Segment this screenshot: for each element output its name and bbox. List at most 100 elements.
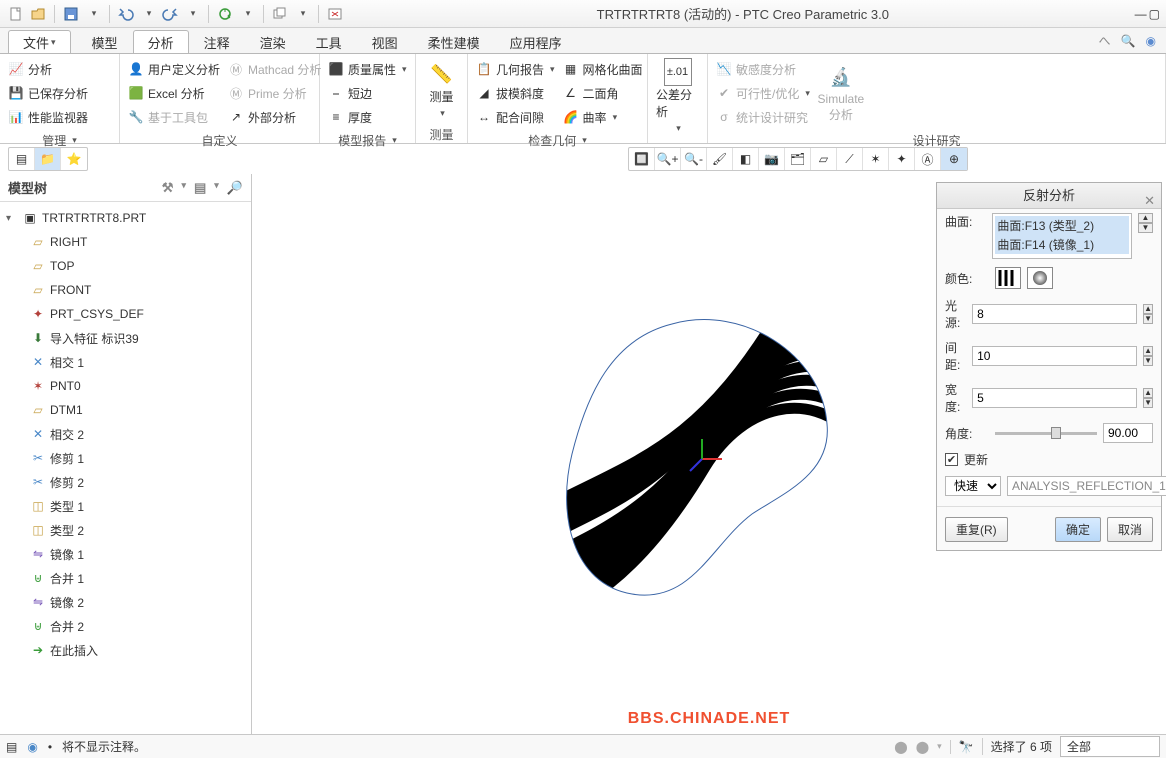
- tree-item[interactable]: ✕相交 1: [0, 350, 251, 374]
- nav-folder-icon[interactable]: 📁: [35, 148, 61, 170]
- selection-filter[interactable]: 全部: [1060, 736, 1160, 757]
- width-up[interactable]: ▲: [1143, 388, 1153, 398]
- settings-icon[interactable]: ◉: [1146, 34, 1156, 48]
- datum-plane-icon[interactable]: ▱: [811, 148, 837, 170]
- btn-analysis[interactable]: 📈分析: [8, 58, 88, 80]
- disp-style-icon[interactable]: ◧: [733, 148, 759, 170]
- width-down[interactable]: ▼: [1143, 398, 1153, 408]
- surf-down-icon[interactable]: ▼: [1138, 223, 1153, 233]
- tree-item[interactable]: ▱TOP: [0, 254, 251, 278]
- status-browser-icon[interactable]: ◉: [27, 740, 37, 754]
- tab-file[interactable]: 文件: [8, 30, 71, 53]
- color-zebra-black[interactable]: [995, 267, 1021, 289]
- tree-filter-icon[interactable]: ▤: [194, 180, 206, 196]
- btn-perf-monitor[interactable]: 📊性能监视器: [8, 106, 88, 128]
- tree-item[interactable]: ⊎合并 1: [0, 566, 251, 590]
- redo-icon[interactable]: [160, 4, 180, 24]
- tab-analysis[interactable]: 分析: [133, 30, 189, 53]
- tree-item[interactable]: ✶PNT0: [0, 374, 251, 398]
- close-window-icon[interactable]: [325, 4, 345, 24]
- view-manager-icon[interactable]: 🗂: [785, 148, 811, 170]
- width-input[interactable]: [972, 388, 1137, 408]
- find-icon[interactable]: 🔭: [950, 740, 974, 754]
- angle-slider[interactable]: [995, 432, 1097, 435]
- annotation-display-icon[interactable]: Ⓐ: [915, 148, 941, 170]
- update-checkbox[interactable]: ✔: [945, 453, 958, 466]
- tree-item[interactable]: ⇋镜像 2: [0, 590, 251, 614]
- color-zebra-shade[interactable]: [1027, 267, 1053, 289]
- model-tree[interactable]: ▾▣TRTRTRTRT8.PRT ▱RIGHT▱TOP▱FRONT✦PRT_CS…: [0, 202, 251, 734]
- new-icon[interactable]: [6, 4, 26, 24]
- tree-item[interactable]: ▱DTM1: [0, 398, 251, 422]
- btn-measure[interactable]: 📏 测量: [424, 58, 459, 121]
- tree-item[interactable]: ⊎合并 2: [0, 614, 251, 638]
- status-rec1-icon[interactable]: ⬤: [894, 740, 907, 754]
- status-tree-icon[interactable]: ▤: [6, 740, 17, 754]
- btn-draft[interactable]: ◢拔模斜度: [476, 82, 555, 104]
- close-icon[interactable]: ✕: [1144, 188, 1155, 214]
- analysis-name-input[interactable]: [1007, 476, 1166, 496]
- ok-button[interactable]: 确定: [1055, 517, 1101, 542]
- tree-item[interactable]: ▱RIGHT: [0, 230, 251, 254]
- zoom-out-icon[interactable]: 🔍-: [681, 148, 707, 170]
- group-model-report[interactable]: 模型报告: [320, 132, 415, 149]
- light-up[interactable]: ▲: [1143, 304, 1153, 314]
- tree-item[interactable]: ✦PRT_CSYS_DEF: [0, 302, 251, 326]
- tab-apps[interactable]: 应用程序: [495, 30, 577, 53]
- btn-uda[interactable]: 👤用户定义分析: [128, 58, 220, 80]
- tree-item[interactable]: ➔在此插入: [0, 638, 251, 662]
- tab-flex[interactable]: 柔性建模: [413, 30, 495, 53]
- btn-geom-report[interactable]: 📋几何报告: [476, 58, 555, 80]
- btn-short-edge[interactable]: ⎯短边: [328, 82, 407, 104]
- repaint-icon[interactable]: 🖌: [707, 148, 733, 170]
- windows-icon[interactable]: [270, 4, 290, 24]
- btn-mesh-surf[interactable]: ▦网格化曲面: [563, 58, 643, 80]
- tab-annotate[interactable]: 注释: [189, 30, 245, 53]
- regen-drop-icon[interactable]: [237, 4, 257, 24]
- status-rec2-icon[interactable]: ⬤: [916, 740, 929, 754]
- graphics-canvas[interactable]: BBS.CHINADE.NET 反射分析✕ 曲面: 曲面:F13 (类型_2) …: [252, 174, 1166, 734]
- spacing-up[interactable]: ▲: [1143, 346, 1153, 356]
- redo-drop-icon[interactable]: [182, 4, 202, 24]
- light-input[interactable]: [972, 304, 1137, 324]
- tree-item[interactable]: ◫类型 2: [0, 518, 251, 542]
- surface-list[interactable]: 曲面:F13 (类型_2) 曲面:F14 (镜像_1): [992, 213, 1132, 259]
- angle-input[interactable]: [1103, 423, 1153, 443]
- btn-external[interactable]: ↗外部分析: [228, 106, 321, 128]
- regen-icon[interactable]: [215, 4, 235, 24]
- tab-model[interactable]: 模型: [77, 30, 133, 53]
- zoom-fit-icon[interactable]: 🔲: [629, 148, 655, 170]
- mode-select[interactable]: 快速: [945, 476, 1001, 496]
- group-check-geom[interactable]: 检查几何: [468, 132, 647, 149]
- repeat-button[interactable]: 重复(R): [945, 517, 1008, 542]
- cancel-button[interactable]: 取消: [1107, 517, 1153, 542]
- zoom-in-icon[interactable]: 🔍+: [655, 148, 681, 170]
- tree-search-icon[interactable]: 🔎: [227, 180, 243, 196]
- btn-curvature[interactable]: 🌈曲率: [563, 106, 643, 128]
- minimize-icon[interactable]: —: [1135, 7, 1147, 21]
- tree-item[interactable]: ◫类型 1: [0, 494, 251, 518]
- nav-fav-icon[interactable]: ⭐: [61, 148, 87, 170]
- windows-drop-icon[interactable]: [292, 4, 312, 24]
- tree-item[interactable]: ✕相交 2: [0, 422, 251, 446]
- btn-dihedral[interactable]: ∠二面角: [563, 82, 643, 104]
- tree-item[interactable]: ✂修剪 2: [0, 470, 251, 494]
- btn-thickness[interactable]: ≡厚度: [328, 106, 407, 128]
- light-down[interactable]: ▼: [1143, 314, 1153, 324]
- undo-icon[interactable]: [116, 4, 136, 24]
- surf-up-icon[interactable]: ▲: [1138, 213, 1153, 223]
- collapse-ribbon-icon[interactable]: へ: [1099, 32, 1111, 49]
- btn-clearance[interactable]: ↔配合间隙: [476, 106, 555, 128]
- spin-center-icon[interactable]: ⊕: [941, 148, 967, 170]
- tree-item[interactable]: ⇋镜像 1: [0, 542, 251, 566]
- help-search-icon[interactable]: 🔍: [1121, 34, 1136, 48]
- datum-csys-icon[interactable]: ✦: [889, 148, 915, 170]
- maximize-icon[interactable]: ▢: [1149, 7, 1160, 21]
- save-drop-icon[interactable]: [83, 4, 103, 24]
- btn-tolerance[interactable]: ±.01 公差分析: [656, 58, 699, 134]
- btn-mass-props[interactable]: ⬛质量属性: [328, 58, 407, 80]
- datum-axis-icon[interactable]: ⟋: [837, 148, 863, 170]
- tab-view[interactable]: 视图: [357, 30, 413, 53]
- btn-saved-analysis[interactable]: 💾已保存分析: [8, 82, 88, 104]
- datum-point-icon[interactable]: ✶: [863, 148, 889, 170]
